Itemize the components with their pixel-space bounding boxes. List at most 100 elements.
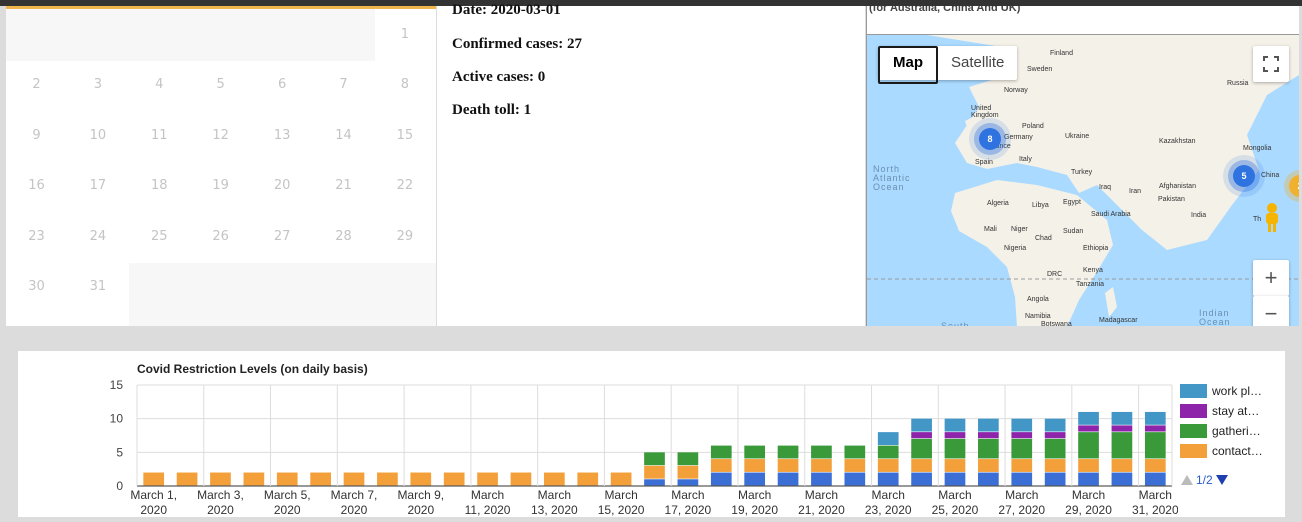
calendar-day[interactable]: 10 xyxy=(67,111,128,161)
bar-segment[interactable] xyxy=(744,459,766,472)
calendar-day[interactable]: 15 xyxy=(374,111,435,161)
bar-segment[interactable] xyxy=(1111,425,1133,432)
bar-segment[interactable] xyxy=(978,459,999,472)
bar-segment[interactable] xyxy=(644,452,665,466)
bar-segment[interactable] xyxy=(1044,472,1066,486)
bar-segment[interactable] xyxy=(944,472,966,486)
calendar-day[interactable]: 24 xyxy=(67,212,128,262)
calendar-day[interactable]: 30 xyxy=(6,262,67,312)
bar-segment[interactable] xyxy=(978,472,999,486)
bar-segment[interactable] xyxy=(1044,418,1066,432)
calendar-day[interactable]: 25 xyxy=(129,212,190,262)
bar-segment[interactable] xyxy=(1078,411,1099,425)
fullscreen-button[interactable] xyxy=(1253,46,1289,82)
bar-segment[interactable] xyxy=(1111,459,1133,472)
bar-segment[interactable] xyxy=(777,459,799,472)
calendar-day[interactable]: 29 xyxy=(374,212,435,262)
bar-segment[interactable] xyxy=(1011,438,1033,459)
bar-segment[interactable] xyxy=(811,472,832,486)
bar-segment[interactable] xyxy=(944,438,966,459)
bar-segment[interactable] xyxy=(343,472,365,486)
bar-segment[interactable] xyxy=(1144,411,1166,425)
calendar-day[interactable]: 8 xyxy=(374,60,435,110)
bar-segment[interactable] xyxy=(1144,459,1166,472)
pegman-button[interactable] xyxy=(1260,201,1284,233)
legend-item-gather[interactable]: gatheri… xyxy=(1180,424,1261,438)
bar-segment[interactable] xyxy=(978,438,999,459)
calendar-day[interactable]: 23 xyxy=(6,212,67,262)
bar-segment[interactable] xyxy=(677,465,699,479)
bar-segment[interactable] xyxy=(1078,459,1099,472)
bar-segment[interactable] xyxy=(844,445,866,459)
bar-segment[interactable] xyxy=(377,472,398,486)
calendar-day[interactable]: 3 xyxy=(67,60,128,110)
bar-segment[interactable] xyxy=(1144,432,1166,459)
calendar-day[interactable]: 12 xyxy=(190,111,251,161)
bar-segment[interactable] xyxy=(210,472,231,486)
bar-segment[interactable] xyxy=(1044,459,1066,472)
legend-item-work[interactable]: work pl… xyxy=(1180,384,1262,398)
bar-segment[interactable] xyxy=(410,472,432,486)
bar-segment[interactable] xyxy=(1078,425,1099,432)
map-type-map-button[interactable]: Map xyxy=(878,46,938,84)
bar-segment[interactable] xyxy=(710,459,732,472)
calendar-day[interactable]: 27 xyxy=(252,212,313,262)
marker-cluster-china[interactable]: 5 xyxy=(1233,165,1255,187)
bar-segment[interactable] xyxy=(911,438,932,459)
bar-segment[interactable] xyxy=(443,472,465,486)
bar-segment[interactable] xyxy=(1011,432,1033,439)
calendar-day[interactable]: 19 xyxy=(190,161,251,211)
bar-segment[interactable] xyxy=(944,432,966,439)
calendar-day[interactable]: 16 xyxy=(6,161,67,211)
bar-segment[interactable] xyxy=(1111,411,1133,425)
bar-segment[interactable] xyxy=(744,472,766,486)
bar-segment[interactable] xyxy=(1011,472,1033,486)
bar-segment[interactable] xyxy=(310,472,331,486)
bar-segment[interactable] xyxy=(877,472,899,486)
calendar-day[interactable]: 1 xyxy=(374,10,435,60)
calendar-day[interactable]: 18 xyxy=(129,161,190,211)
bar-segment[interactable] xyxy=(877,432,899,445)
bar-segment[interactable] xyxy=(944,459,966,472)
zoom-in-button[interactable]: + xyxy=(1253,260,1289,296)
bar-segment[interactable] xyxy=(944,418,966,432)
bar-segment[interactable] xyxy=(811,445,832,459)
bar-segment[interactable] xyxy=(877,445,899,459)
bar-segment[interactable] xyxy=(1144,472,1166,486)
bar-segment[interactable] xyxy=(911,418,932,432)
bar-segment[interactable] xyxy=(710,445,732,459)
bar-segment[interactable] xyxy=(677,452,699,466)
google-map[interactable]: Finland Sweden Norway Russia United Kingd… xyxy=(867,34,1299,326)
bar-segment[interactable] xyxy=(1111,432,1133,459)
calendar-day[interactable]: 14 xyxy=(313,111,374,161)
bar-segment[interactable] xyxy=(176,472,198,486)
bar-segment[interactable] xyxy=(978,432,999,439)
bar-segment[interactable] xyxy=(978,418,999,432)
legend-item-stay[interactable]: stay at… xyxy=(1180,404,1259,418)
zoom-out-button[interactable]: − xyxy=(1253,296,1289,326)
triangle-down-icon[interactable] xyxy=(1215,475,1228,485)
calendar-day[interactable]: 7 xyxy=(313,60,374,110)
calendar-day[interactable]: 5 xyxy=(190,60,251,110)
calendar-day[interactable]: 2 xyxy=(6,60,67,110)
bar-segment[interactable] xyxy=(911,432,932,439)
calendar-day[interactable]: 9 xyxy=(6,111,67,161)
triangle-up-icon[interactable] xyxy=(1181,475,1193,485)
bar-segment[interactable] xyxy=(844,472,866,486)
calendar-day[interactable]: 17 xyxy=(67,161,128,211)
bar-segment[interactable] xyxy=(710,472,732,486)
bar-segment[interactable] xyxy=(276,472,298,486)
calendar-day[interactable]: 11 xyxy=(129,111,190,161)
bar-segment[interactable] xyxy=(1044,432,1066,439)
bar-segment[interactable] xyxy=(777,445,799,459)
bar-segment[interactable] xyxy=(644,479,665,486)
bar-segment[interactable] xyxy=(1078,432,1099,459)
bar-segment[interactable] xyxy=(777,472,799,486)
calendar-day[interactable]: 4 xyxy=(129,60,190,110)
calendar-day[interactable]: 21 xyxy=(313,161,374,211)
calendar-day[interactable]: 31 xyxy=(67,262,128,312)
bar-segment[interactable] xyxy=(510,472,532,486)
bar-segment[interactable] xyxy=(911,472,932,486)
legend-item-contact[interactable]: contact… xyxy=(1180,444,1263,458)
bar-segment[interactable] xyxy=(577,472,599,486)
